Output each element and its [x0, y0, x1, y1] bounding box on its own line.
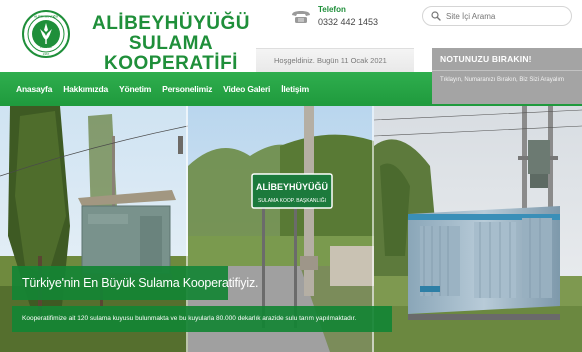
leave-note-subtitle: Tıklayın, Numaranızı Bırakın, Biz Sizi A…: [440, 77, 565, 83]
nav-item-video-galeri[interactable]: Video Galeri: [223, 84, 270, 94]
brand-wordmark[interactable]: ALİBEYHÜYÜĞÜ SULAMA KOOPERATİFİ: [76, 14, 266, 74]
brand-name-line2: SULAMA KOOPERATİFİ: [104, 33, 238, 74]
welcome-bar: Hoşgeldiniz. Bugün 11 Ocak 2021: [256, 48, 414, 72]
phone-number[interactable]: 0332 442 1453: [318, 17, 378, 27]
cooperative-seal-logo[interactable]: KONYA 1967 ALİBEYHÜYÜĞÜ: [22, 10, 70, 58]
note-divider: [432, 70, 582, 71]
village-sign-subtitle: SULAMA KOOP. BAŞKANLIĞI: [258, 197, 326, 204]
search-box[interactable]: [422, 6, 572, 26]
phone-label: Telefon: [318, 5, 346, 14]
leave-note-panel[interactable]: NOTUNUZU BIRAKIN! Tıklayın, Numaranızı B…: [432, 48, 582, 104]
nav-item-iletisim[interactable]: İletişim: [281, 84, 309, 94]
seal-year-text: 1967: [43, 52, 50, 56]
brand-name-line1: ALİBEYHÜYÜĞÜ: [91, 13, 250, 34]
village-sign-title: ALİBEYHÜYÜĞÜ: [256, 181, 328, 192]
main-navigation: Anasayfa Hakkımızda Yönetim Personelimiz…: [0, 72, 432, 106]
hero-caption-title: Türkiye'nin En Büyük Sulama Kooperatifiy…: [12, 266, 258, 300]
leave-note-title: NOTUNUZU BIRAKIN!: [440, 54, 532, 64]
search-input[interactable]: [446, 11, 566, 21]
search-icon[interactable]: [431, 11, 441, 21]
hero-caption-text: Kooperatifimize ait 120 sulama kuyusu bu…: [12, 306, 392, 332]
nav-item-hakkimizda[interactable]: Hakkımızda: [63, 84, 108, 94]
phone-icon: [292, 11, 310, 23]
hero-panel-transformer: [373, 106, 582, 352]
seal-city-text: KONYA: [40, 45, 52, 49]
nav-item-yonetim[interactable]: Yönetim: [119, 84, 151, 94]
seal-top-text: ALİBEYHÜYÜĞÜ: [34, 14, 58, 19]
nav-item-personelimiz[interactable]: Personelimiz: [162, 84, 212, 94]
nav-item-anasayfa[interactable]: Anasayfa: [16, 84, 52, 94]
